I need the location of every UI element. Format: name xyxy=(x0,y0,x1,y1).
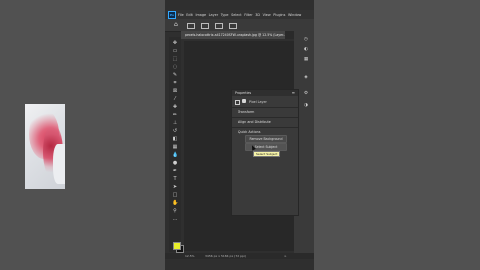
hand-icon[interactable]: ✋ xyxy=(172,200,178,206)
menu-image[interactable]: Image xyxy=(195,13,206,17)
move-icon[interactable]: ✥ xyxy=(172,40,178,46)
marquee-icon[interactable]: ⬚ xyxy=(172,56,178,62)
section-quick-actions-label: Quick Actions xyxy=(238,130,261,134)
menu-plugins[interactable]: Plugins xyxy=(273,13,285,17)
crop-icon[interactable]: ⌗ xyxy=(172,80,178,86)
distribute-options-icon[interactable] xyxy=(215,23,223,29)
quick-select-icon[interactable]: ✎ xyxy=(172,72,178,78)
move-options-icon[interactable] xyxy=(187,23,195,29)
menu-3d[interactable]: 3D xyxy=(255,13,260,17)
swatches-icon[interactable]: ▦ xyxy=(303,57,309,62)
menu-view[interactable]: View xyxy=(263,13,271,17)
properties-title: Properties xyxy=(235,91,252,95)
menu-select[interactable]: Select xyxy=(231,13,241,17)
dodge-icon[interactable]: ● xyxy=(172,160,178,166)
section-align-label: Align and Distribute xyxy=(238,120,271,124)
tools-panel: ✥ ▭ ⬚ ◌ ✎ ⌗ ⊠ ⁄ ✚ ✏ ⊥ ↺ ◧ ▦ 💧 ● ✒ T ➤ □ … xyxy=(169,37,184,253)
blur-icon[interactable]: 💧 xyxy=(172,152,178,158)
lasso-icon[interactable]: ◌ xyxy=(172,64,178,70)
history-brush-icon[interactable]: ↺ xyxy=(172,128,178,134)
status-menu-arrow[interactable]: > xyxy=(284,253,287,259)
properties-panel-header: Properties ≡ xyxy=(232,90,298,96)
align-options-icon[interactable] xyxy=(201,23,209,29)
home-icon[interactable]: ⌂ xyxy=(174,22,180,28)
menu-filter[interactable]: Filter xyxy=(244,13,252,17)
menubar: Ps File Edit Image Layer Type Select Fil… xyxy=(165,10,314,19)
ps-logo: Ps xyxy=(168,10,176,19)
document-image[interactable] xyxy=(25,104,65,189)
clone-stamp-icon[interactable]: ⊥ xyxy=(172,120,178,126)
menu-window[interactable]: Window xyxy=(288,13,301,17)
remove-background-button[interactable]: Remove Background xyxy=(245,135,287,143)
document-tab[interactable]: pexels-halocottrix-a417240SFW-unsplash.j… xyxy=(181,31,285,39)
adjustments-icon[interactable]: ◑ xyxy=(303,103,309,108)
eyedropper-icon[interactable]: ⁄ xyxy=(172,96,178,102)
properties-icon[interactable]: ⚙ xyxy=(303,91,309,96)
eraser-icon[interactable]: ◧ xyxy=(172,136,178,142)
menu-file[interactable]: File xyxy=(178,13,184,17)
path-select-icon[interactable]: ➤ xyxy=(172,184,178,190)
menu-edit[interactable]: Edit xyxy=(186,13,193,17)
healing-brush-icon[interactable]: ✚ xyxy=(172,104,178,110)
frame-icon[interactable]: ⊠ xyxy=(172,88,178,94)
gradient-icon[interactable]: ▦ xyxy=(172,144,178,150)
pixel-layer-icon xyxy=(235,100,240,105)
panel-menu-icon[interactable]: ≡ xyxy=(292,90,295,96)
zoom-icon[interactable]: ⚲ xyxy=(172,208,178,214)
zoom-level[interactable]: 12.5% xyxy=(185,253,195,259)
layers-icon[interactable]: ◈ xyxy=(303,75,309,80)
transform-options-icon[interactable] xyxy=(229,23,237,29)
pen-icon[interactable]: ✒ xyxy=(172,168,178,174)
history-icon[interactable]: ◷ xyxy=(303,37,309,42)
brush-icon[interactable]: ✏ xyxy=(172,112,178,118)
layer-type-label: Pixel Layer xyxy=(249,100,267,104)
more-tools-icon[interactable]: … xyxy=(172,216,178,222)
layer-thumbnail-icon xyxy=(242,99,246,103)
status-bar: 12.5% 3456 px x 5184 px (72 ppi) > xyxy=(165,253,314,259)
menu-layer[interactable]: Layer xyxy=(209,13,218,17)
type-icon[interactable]: T xyxy=(172,176,178,182)
section-transform-label: Transform xyxy=(238,110,255,114)
color-icon[interactable]: ◐ xyxy=(303,47,309,52)
tooltip: Select Subject xyxy=(253,151,281,157)
menu-type[interactable]: Type xyxy=(221,13,229,17)
shape-icon[interactable]: □ xyxy=(172,192,178,198)
foreground-color-swatch[interactable] xyxy=(173,242,181,250)
artboard-icon[interactable]: ▭ xyxy=(172,48,178,54)
face-profile xyxy=(53,144,65,184)
document-info: 3456 px x 5184 px (72 ppi) xyxy=(205,254,246,258)
